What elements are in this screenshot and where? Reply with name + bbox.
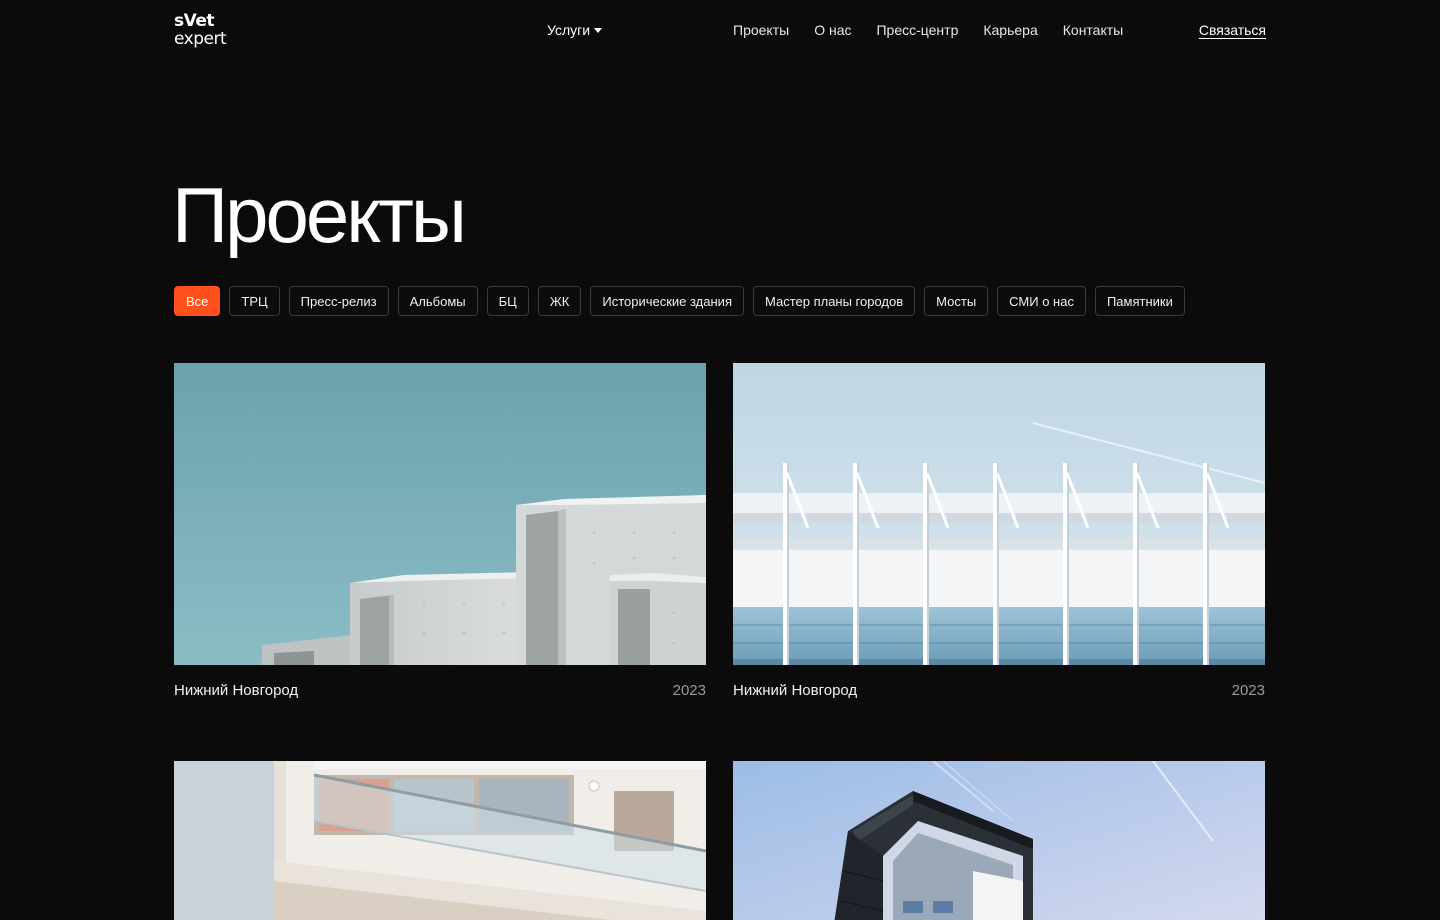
- page-title: Проекты: [172, 171, 467, 259]
- page: sVet expert Услуги Проекты О нас Пресс-ц…: [0, 0, 1440, 920]
- project-city: Нижний Новгород: [174, 682, 299, 699]
- project-image[interactable]: [733, 363, 1265, 665]
- project-meta: Нижний Новгород 2023: [733, 682, 1265, 699]
- nav-link-projects[interactable]: Проекты: [733, 22, 789, 38]
- filter-chip-city-master-plans[interactable]: Мастер планы городов: [752, 286, 916, 316]
- filter-chip-zhk[interactable]: ЖК: [537, 286, 582, 316]
- filter-chip-bridges[interactable]: Мосты: [924, 286, 989, 316]
- filter-chip-albums[interactable]: Альбомы: [397, 286, 478, 316]
- contact-us-link[interactable]: Связаться: [1199, 22, 1266, 38]
- project-photo: [174, 761, 706, 920]
- project-card[interactable]: Нижний Новгород 2023: [733, 363, 1265, 699]
- filter-chip-press-release[interactable]: Пресс-релиз: [288, 286, 389, 316]
- project-meta: Нижний Новгород 2023: [174, 682, 706, 699]
- nav-link-contacts[interactable]: Контакты: [1063, 22, 1123, 38]
- project-image[interactable]: [733, 761, 1265, 920]
- logo-bottom-text: expert: [174, 29, 227, 49]
- project-card[interactable]: [733, 761, 1265, 920]
- project-year: 2023: [672, 682, 706, 699]
- project-card[interactable]: Нижний Новгород 2023: [174, 363, 706, 699]
- services-dropdown[interactable]: Услуги: [547, 22, 603, 38]
- project-image[interactable]: [174, 761, 706, 920]
- services-label: Услуги: [547, 22, 591, 38]
- nav-link-career[interactable]: Карьера: [983, 22, 1037, 38]
- filter-chip-historic-buildings[interactable]: Исторические здания: [590, 286, 744, 316]
- filter-chip-bc[interactable]: БЦ: [486, 286, 529, 316]
- project-year: 2023: [1231, 682, 1265, 699]
- project-card[interactable]: [174, 761, 706, 920]
- filter-chip-all[interactable]: Все: [174, 286, 221, 316]
- logo[interactable]: sVet expert: [174, 9, 236, 53]
- project-image[interactable]: [174, 363, 706, 665]
- filter-chip-trc[interactable]: ТРЦ: [229, 286, 280, 316]
- project-city: Нижний Новгород: [733, 682, 858, 699]
- project-photo: [174, 363, 706, 665]
- filter-chip-monuments[interactable]: Памятники: [1094, 286, 1185, 316]
- nav-link-press-center[interactable]: Пресс-центр: [876, 22, 958, 38]
- filter-chip-media-about-us[interactable]: СМИ о нас: [997, 286, 1086, 316]
- site-header: sVet expert Услуги Проекты О нас Пресс-ц…: [174, 0, 1266, 62]
- filter-bar: Все ТРЦ Пресс-релиз Альбомы БЦ ЖК Истори…: [174, 286, 1185, 316]
- project-photo: [733, 761, 1265, 920]
- caret-down-icon: [594, 28, 603, 33]
- nav-link-about[interactable]: О нас: [814, 22, 851, 38]
- main-nav: Проекты О нас Пресс-центр Карьера Контак…: [733, 22, 1123, 38]
- logo-top-text: sVet: [174, 11, 215, 31]
- project-photo: [733, 363, 1265, 665]
